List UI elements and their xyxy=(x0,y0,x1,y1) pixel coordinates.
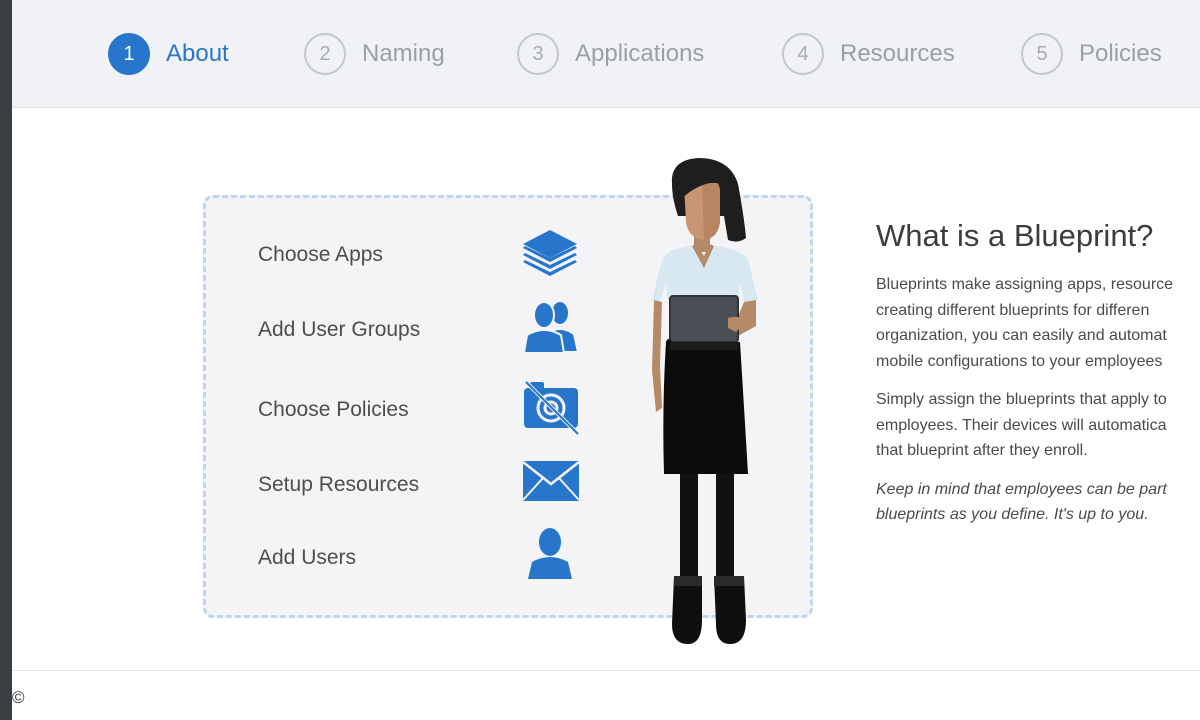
camera-disabled-icon xyxy=(524,380,580,436)
text-line: blueprints as you define. It's up to you… xyxy=(876,506,1149,523)
blueprint-info-panel: What is a Blueprint? Blueprints make ass… xyxy=(876,218,1200,528)
info-note: Keep in mind that employees can be part … xyxy=(876,477,1200,528)
copyright-icon: © xyxy=(12,688,25,707)
step-policies[interactable]: 5 Policies xyxy=(1021,31,1162,77)
step-label: Resources xyxy=(840,40,955,67)
step-resources[interactable]: 4 Resources xyxy=(782,31,955,77)
wizard-stepper: 1 About 2 Naming 3 Applications 4 Resour… xyxy=(12,0,1200,108)
info-title: What is a Blueprint? xyxy=(876,218,1154,253)
step-label: Applications xyxy=(575,40,705,67)
step-number: 5 xyxy=(1021,33,1063,75)
overview-item-add-users: Add Users xyxy=(258,546,357,569)
window-edge xyxy=(0,0,12,720)
step-label: Policies xyxy=(1079,40,1162,67)
info-paragraph-2: Simply assign the blueprints that apply … xyxy=(876,387,1200,464)
layers-icon xyxy=(523,230,577,276)
step-number: 3 xyxy=(517,33,559,75)
text-line: employees. Their devices will automatica xyxy=(876,416,1167,434)
text-line: creating different blueprints for differ… xyxy=(876,301,1150,319)
text-line: Simply assign the blueprints that apply … xyxy=(876,391,1167,408)
step-label: Naming xyxy=(362,40,445,67)
step-about[interactable]: 1 About xyxy=(108,31,229,77)
overview-item-choose-policies: Choose Policies xyxy=(258,398,409,421)
woman-with-tablet-illustration xyxy=(652,158,758,644)
step-number: 2 xyxy=(304,33,346,75)
text-line: Blueprints make assigning apps, resource xyxy=(876,276,1174,293)
step-number: 1 xyxy=(108,33,150,75)
overview-item-setup-resources: Setup Resources xyxy=(258,473,420,496)
overview-item-choose-apps: Choose Apps xyxy=(258,243,383,266)
overview-item-add-user-groups: Add User Groups xyxy=(258,318,421,341)
footer-divider xyxy=(12,670,1200,671)
text-line: mobile configurations to your employees xyxy=(876,352,1163,370)
step-label: About xyxy=(166,40,229,67)
envelope-icon xyxy=(522,461,580,501)
step-naming[interactable]: 2 Naming xyxy=(304,31,445,77)
user-icon xyxy=(528,528,572,579)
text-line: Keep in mind that employees can be part xyxy=(876,480,1167,498)
text-line: that blueprint after they enroll. xyxy=(876,442,1088,459)
user-group-icon xyxy=(522,300,580,354)
step-applications[interactable]: 3 Applications xyxy=(517,31,704,77)
step-number: 4 xyxy=(782,33,824,75)
text-line: organization, you can easily and automat xyxy=(876,327,1167,344)
info-paragraph-1: Blueprints make assigning apps, resource… xyxy=(876,272,1200,374)
